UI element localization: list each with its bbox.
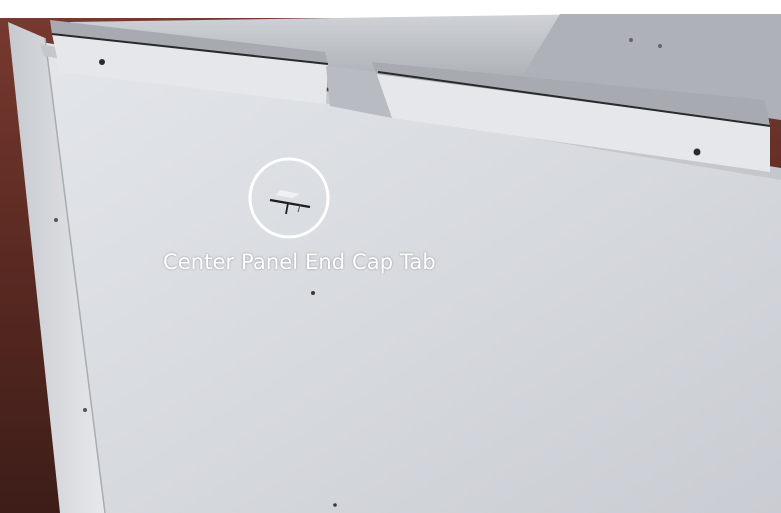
photo: Center Panel End Cap Tab <box>0 0 781 513</box>
screw-hole <box>333 503 337 507</box>
screw-hole <box>658 44 662 48</box>
screw-hole <box>54 218 58 222</box>
screw-hole <box>311 291 315 295</box>
screw-hole <box>83 408 87 412</box>
screw-hole <box>99 59 105 65</box>
screw-hole <box>629 38 633 42</box>
callout-label: Center Panel End Cap Tab <box>163 250 436 274</box>
screw-hole <box>693 148 701 156</box>
